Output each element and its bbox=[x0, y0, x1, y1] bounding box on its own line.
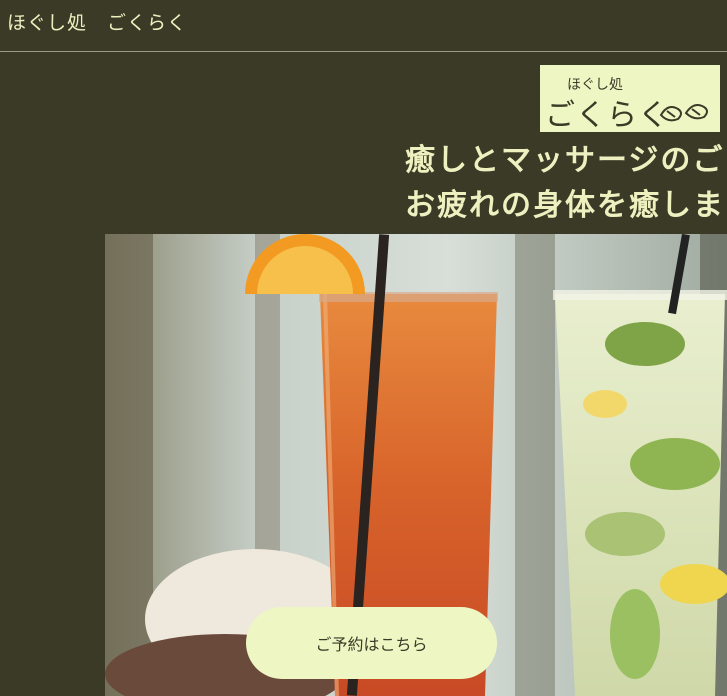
site-header: ほぐし処 ごくらく bbox=[0, 0, 727, 52]
headline-line-2: お疲れの身体を癒しま bbox=[405, 188, 725, 223]
site-title[interactable]: ほぐし処 ごくらく bbox=[7, 8, 187, 35]
reservation-button[interactable]: ご予約はこちら bbox=[246, 607, 497, 679]
logo[interactable]: ほぐし処 ごくらく bbox=[540, 65, 720, 132]
sandals-icon bbox=[659, 104, 708, 122]
hero-headline: 癒しとマッサージのご お疲れの身体を癒しま bbox=[405, 138, 727, 228]
headline-line-1: 癒しとマッサージのご bbox=[405, 143, 725, 178]
logo-title: ごくらく bbox=[545, 98, 669, 132]
